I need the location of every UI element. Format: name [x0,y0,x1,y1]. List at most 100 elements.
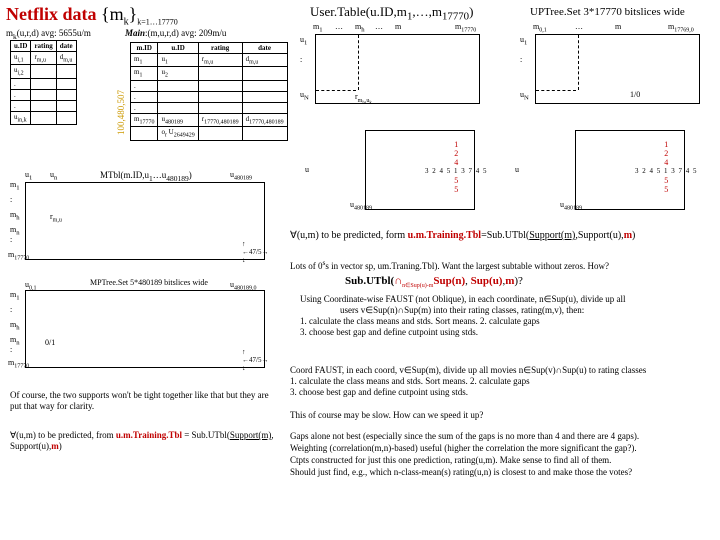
h: m.ID [131,43,158,54]
title-d: } [129,4,138,24]
uptree-title: UPTree.Set 3*17770 bitslices wide [530,6,685,18]
pred-d: Support(m) [529,230,575,241]
su-b: ∩ [394,275,402,287]
l: 480189 [234,176,252,182]
pred-e: ,Support(u), [575,230,623,241]
gaps2: Weighting (correlation(m,n)-based) usefu… [290,442,639,454]
l: 3 2 4 5 1 3 7 4 5 [635,167,698,176]
uptree-rect [535,34,700,104]
lots2: s in vector sp, um.Traning.Tbl). Want th… [325,261,609,271]
s: ,…,m [412,4,442,19]
algo3: 1. calculate the class means and stds. S… [300,316,625,327]
l: 2 [635,149,698,158]
pred-b: u.m.Training.Tbl [408,230,481,241]
ut-rect [315,34,480,104]
pred-g: ) [632,230,635,241]
l: 5 [635,176,698,185]
l: 480189 [354,206,372,212]
pred-a: ∀(u,m) to be predicted, form [290,230,408,241]
main-table: m.IDu.IDratingdate m1u1rm,udm,u m1u2 . .… [130,42,288,141]
gaps3: Ctpts constructed for just this one pred… [290,454,639,466]
l: 1 [635,140,698,149]
mk-h3: date [56,41,76,52]
l: 17769,0 [674,28,694,34]
p2c: = Sub.UTbl( [182,430,230,440]
title-e: k=1…17770 [137,18,178,27]
su-a: Sub.UTbl( [345,275,394,287]
l: u [305,165,309,174]
sidebar-count: 100,480,507 [116,55,126,135]
l: 5 [425,176,488,185]
l: 4 [635,158,698,167]
l: 2 [425,149,488,158]
main-label: Main [125,28,145,38]
h: date [242,43,287,54]
mptree-label: MPTree.Set 5*480189 bitslices wide [90,278,208,287]
c: 480189 [165,119,183,125]
c: 2649429 [174,133,195,139]
l: 5 [635,185,698,194]
s: …u [153,170,167,180]
p2f: m [51,441,59,451]
algo2: users v∈Sup(n)∩Sup(m) into their rating … [300,305,625,316]
s: 17770 [442,11,469,23]
l: m [615,22,621,31]
ofcourse: Of course, the two supports won't be tig… [10,390,280,412]
arrow-475b: ←47/5→ [242,356,268,364]
algo4: 3. choose best gap and define cutpoint u… [300,327,625,338]
l: 1 [425,140,488,149]
slow: This of course may be slow. How can we s… [290,410,483,420]
su-f: Sup(u) [471,275,503,287]
l: : [300,55,302,64]
p2b: u.m.Training.Tbl [116,430,182,440]
arrow-475: ←47/5→ [242,248,268,256]
l: 5 [425,185,488,194]
l: 17770 [14,256,29,262]
mk-pre: m [6,28,13,38]
mptree-01: 0/1 [45,338,55,347]
su-h: m [505,275,514,287]
pred-f: m [624,230,632,241]
ut-title: User.Table(u.ID,m [310,4,407,19]
mk-cap: (u,r,d) avg: 5655u/m [17,28,91,38]
l: 1 [304,40,307,47]
pred-c: =Sub.UTbl( [481,230,529,241]
c: 17770 [139,119,154,125]
mk-h2: rating [31,41,56,52]
uptree-10: 1/0 [630,90,640,99]
lots: Lots of 0 [290,261,323,271]
title: Netflix data [6,4,96,24]
algo1: Using Coordinate-wise FAUST (not Oblique… [300,294,625,305]
l: m [395,22,401,31]
l: … [575,22,583,31]
l: … [335,22,343,31]
l: N [524,95,529,102]
su-i: )? [514,275,523,287]
coord2: 1. calculate the class means and stds. S… [290,376,646,387]
su-d: Sup(n) [433,275,465,287]
s: ) [469,4,473,19]
mptree-rect [25,290,265,368]
l: : [520,55,522,64]
mk-table: u.IDratingdate ui,1rm,udm,u ui,2 . . . u… [10,40,77,125]
mtbl: MTbl(m.ID,u [100,170,149,180]
l: 480189,0 [234,286,257,292]
coord3: 3. choose best gap and define cutpoint u… [290,387,646,398]
l: 4 [425,158,488,167]
su-c: n∈Sup(u)-m [402,283,433,289]
p2d: Support(m) [230,430,272,440]
main-cap: :(m,u,r,d) avg: 209m/u [145,28,226,38]
h: rating [198,43,242,54]
gaps4: Should just find, e.g., which n-class-me… [290,466,639,478]
l: 480189 [564,206,582,212]
coord1: Coord FAUST, in each coord, v∈Sup(m), di… [290,365,646,376]
l: 0,1 [539,28,547,34]
l: 17770 [14,364,29,370]
p2g: ) [59,441,62,451]
l: … [375,22,383,31]
l: 3 2 4 5 1 3 7 4 5 [425,167,488,176]
l: u [515,165,519,174]
l: 17770 [461,28,476,34]
mk-h1: u.ID [11,41,31,52]
p2a: ∀(u,m) to be predicted, from [10,430,116,440]
